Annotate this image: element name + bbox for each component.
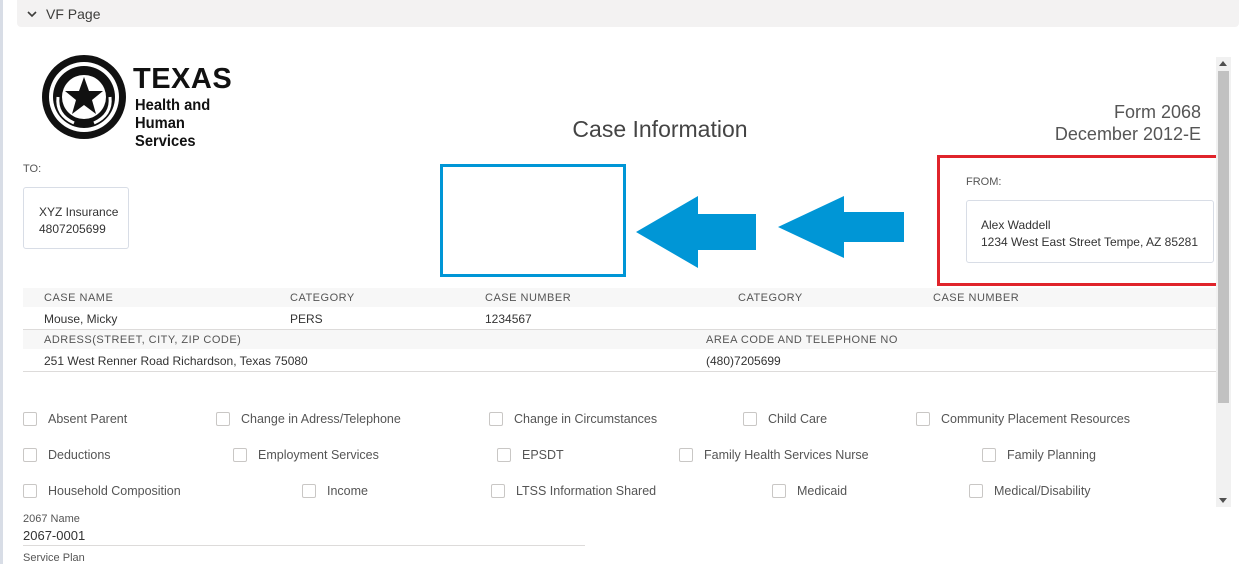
checkbox-label: Child Care: [768, 412, 828, 426]
left-rule: [0, 0, 3, 564]
name-field-value: 2067-0001: [23, 528, 86, 543]
hhs-logo: TEXAS Health and Human Services: [40, 55, 270, 150]
to-label: TO:: [23, 163, 42, 175]
to-name: XYZ Insurance: [39, 205, 119, 219]
chevron-down-icon[interactable]: [26, 8, 38, 20]
checkbox[interactable]: [23, 484, 37, 498]
checkbox[interactable]: [772, 484, 786, 498]
checkbox-label: Family Health Services Nurse: [704, 448, 869, 462]
checkbox-medicaid[interactable]: Medicaid: [772, 484, 847, 498]
header-telephone: AREA CODE AND TELEPHONE NO: [706, 334, 898, 346]
checkbox-label: EPSDT: [522, 448, 564, 462]
checkbox-change-address[interactable]: Change in Adress/Telephone: [216, 412, 401, 426]
checkbox-absent-parent[interactable]: Absent Parent: [23, 412, 127, 426]
checkbox-epsdt[interactable]: EPSDT: [497, 448, 564, 462]
checkbox[interactable]: [216, 412, 230, 426]
checkbox-ltss-info[interactable]: LTSS Information Shared: [491, 484, 656, 498]
from-address: 1234 West East Street Tempe, AZ 85281: [981, 235, 1199, 249]
header-category-2: CATEGORY: [738, 292, 803, 304]
checkbox-label: Family Planning: [1007, 448, 1096, 462]
checkbox[interactable]: [302, 484, 316, 498]
arrow-left-icon: [778, 196, 904, 258]
checkbox-household-composition[interactable]: Household Composition: [23, 484, 181, 498]
scrollbar-thumb[interactable]: [1218, 71, 1229, 403]
checkbox-medical-disability[interactable]: Medical/Disability: [969, 484, 1091, 498]
from-label: FROM:: [966, 176, 1002, 188]
header-category: CATEGORY: [290, 292, 355, 304]
checkbox-community-placement[interactable]: Community Placement Resources: [916, 412, 1130, 426]
checkbox[interactable]: [23, 412, 37, 426]
table-row: Mouse, Micky PERS 1234567: [23, 307, 1216, 330]
checkbox[interactable]: [497, 448, 511, 462]
checkbox[interactable]: [489, 412, 503, 426]
checkbox[interactable]: [491, 484, 505, 498]
texas-seal-icon: [42, 55, 126, 139]
checkbox-child-care[interactable]: Child Care: [743, 412, 827, 426]
blue-highlight-box: [440, 164, 626, 277]
checkbox[interactable]: [233, 448, 247, 462]
from-name: Alex Waddell: [981, 218, 1051, 232]
category-value: PERS: [290, 312, 323, 326]
header-case-number-2: CASE NUMBER: [933, 292, 1020, 304]
checkbox-label: Household Composition: [48, 484, 181, 498]
checkbox-label: Change in Circumstances: [514, 412, 658, 426]
logo-texas: TEXAS: [133, 63, 233, 95]
to-phone: 4807205699: [39, 222, 106, 236]
section-title: VF Page: [46, 5, 101, 22]
table-header-row: ADRESS(STREET, CITY, ZIP CODE) AREA CODE…: [23, 330, 1216, 349]
field-divider: [23, 545, 585, 546]
checkbox[interactable]: [679, 448, 693, 462]
scroll-up-icon[interactable]: [1219, 61, 1227, 66]
checkbox-change-circumstances[interactable]: Change in Circumstances: [489, 412, 657, 426]
vertical-scrollbar[interactable]: [1216, 57, 1231, 507]
checkbox-label: Employment Services: [258, 448, 379, 462]
case-info-table: CASE NAME CATEGORY CASE NUMBER CATEGORY …: [23, 288, 1216, 372]
table-row: 251 West Renner Road Richardson, Texas 7…: [23, 349, 1216, 372]
checkbox-deductions[interactable]: Deductions: [23, 448, 111, 462]
header-address: ADRESS(STREET, CITY, ZIP CODE): [44, 334, 242, 346]
checkbox-employment-services[interactable]: Employment Services: [233, 448, 379, 462]
checkbox-label: Community Placement Resources: [941, 412, 1130, 426]
checkbox[interactable]: [23, 448, 37, 462]
case-name-value: Mouse, Micky: [44, 312, 118, 326]
form-date: December 2012-E: [1054, 124, 1201, 144]
logo-line1: Health and Human: [135, 97, 211, 132]
checkbox[interactable]: [969, 484, 983, 498]
checkbox-label: Change in Adress/Telephone: [241, 412, 401, 426]
section-header-vf-page[interactable]: VF Page: [17, 0, 1239, 27]
checkbox-income[interactable]: Income: [302, 484, 368, 498]
form-number-block: Form 2068 December 2012-E: [1055, 101, 1201, 145]
logo-line2: Services: [135, 133, 196, 150]
checkbox-label: Deductions: [48, 448, 111, 462]
checkbox[interactable]: [743, 412, 757, 426]
service-plan-label: Service Plan: [23, 552, 85, 564]
checkbox[interactable]: [916, 412, 930, 426]
from-address-box: Alex Waddell 1234 West East Street Tempe…: [966, 200, 1214, 263]
address-value: 251 West Renner Road Richardson, Texas 7…: [44, 354, 308, 368]
table-header-row: CASE NAME CATEGORY CASE NUMBER CATEGORY …: [23, 288, 1216, 307]
logo-hhs-text: Health and Human Services: [135, 97, 259, 151]
checkbox-label: Absent Parent: [48, 412, 128, 426]
scroll-down-icon[interactable]: [1219, 498, 1227, 503]
checkbox[interactable]: [982, 448, 996, 462]
checkbox-label: Medical/Disability: [994, 484, 1091, 498]
header-case-name: CASE NAME: [44, 292, 114, 304]
checkbox-label: Income: [327, 484, 368, 498]
checkbox-label: Medicaid: [797, 484, 848, 498]
to-address-box: XYZ Insurance 4807205699: [23, 187, 129, 249]
arrow-left-icon: [636, 196, 756, 268]
checkbox-label: LTSS Information Shared: [516, 484, 657, 498]
checkbox-family-planning[interactable]: Family Planning: [982, 448, 1096, 462]
case-number-value: 1234567: [485, 312, 532, 326]
page-title: Case Information: [572, 116, 748, 142]
name-field-label: 2067 Name: [23, 513, 80, 525]
form-number: Form 2068: [1113, 102, 1201, 122]
checkbox-family-health-nurse[interactable]: Family Health Services Nurse: [679, 448, 869, 462]
header-case-number: CASE NUMBER: [485, 292, 572, 304]
telephone-value: (480)7205699: [706, 354, 781, 368]
